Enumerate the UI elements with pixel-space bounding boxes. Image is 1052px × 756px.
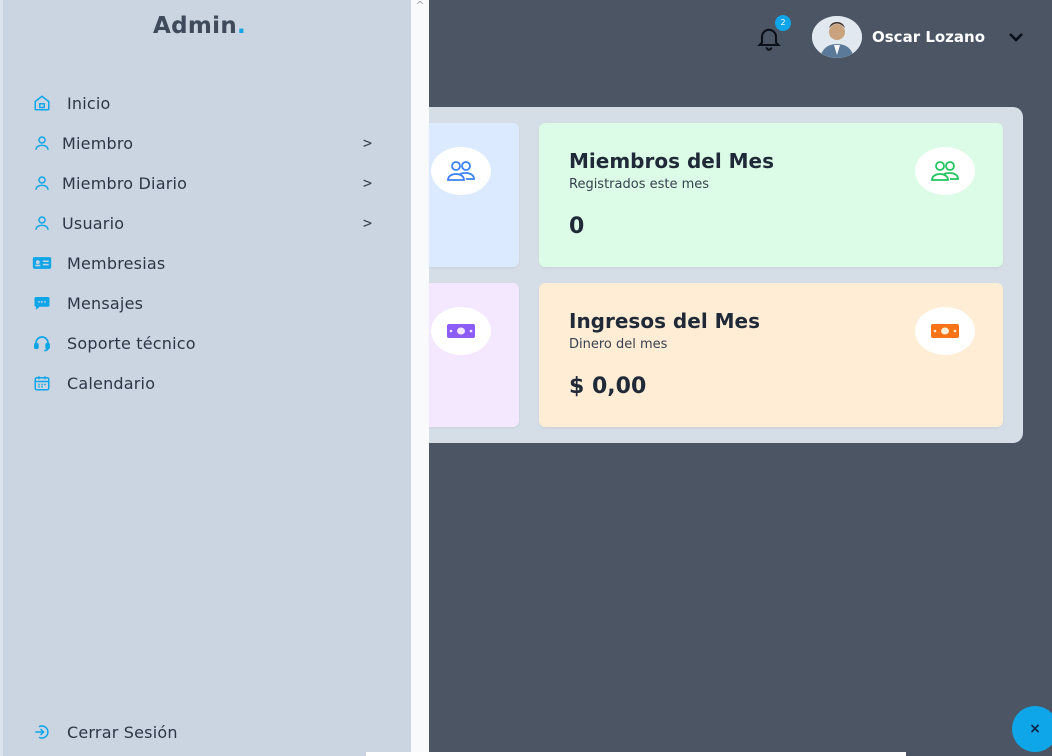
sidebar-item-miembro[interactable]: Miembro > — [3, 123, 414, 163]
sidebar-item-membresias[interactable]: Membresias — [3, 243, 414, 283]
chat-icon — [31, 293, 53, 313]
home-icon — [31, 93, 53, 113]
chevron-right-icon: > — [363, 174, 373, 192]
logout-icon — [31, 722, 53, 742]
calendar-icon — [31, 373, 53, 393]
sidebar-item-inicio[interactable]: Inicio — [3, 83, 414, 123]
user-icon — [31, 173, 53, 193]
stat-card-members-month: Miembros del Mes Registrados este mes 0 — [539, 123, 1003, 267]
card-title: Miembros del Mes — [569, 149, 775, 173]
sidebar-item-label: Membresias — [67, 253, 166, 273]
brand-logo[interactable]: Admin. — [153, 13, 246, 39]
sidebar-item-label: Soporte técnico — [67, 333, 196, 353]
money-icon — [915, 307, 975, 355]
brand-name: Admin — [153, 13, 237, 39]
card-subtitle: Dinero del mes — [569, 337, 668, 352]
logout-label: Cerrar Sesión — [67, 722, 178, 742]
headset-icon — [31, 333, 53, 353]
chevron-right-icon: > — [363, 214, 373, 232]
sidebar-item-label: Miembro Diario — [62, 173, 188, 193]
notification-badge: 2 — [775, 15, 791, 31]
card-subtitle: Registrados este mes — [569, 177, 710, 192]
chevron-right-icon: > — [363, 134, 373, 152]
bottom-divider — [366, 752, 906, 756]
sidebar-item-label: Miembro — [62, 133, 134, 153]
sidebar-item-soporte[interactable]: Soporte técnico — [3, 323, 414, 363]
user-icon — [31, 133, 53, 153]
card-value: 0 — [569, 214, 585, 239]
stat-card-income-month: Ingresos del Mes Dinero del mes $ 0,00 — [539, 283, 1003, 427]
sidebar-item-label: Calendario — [67, 373, 156, 393]
sidebar-item-mensajes[interactable]: Mensajes — [3, 283, 414, 323]
sidebar-item-label: Usuario — [62, 213, 125, 233]
sidebar-item-usuario[interactable]: Usuario > — [3, 203, 414, 243]
users-icon — [431, 147, 491, 195]
user-name[interactable]: Oscar Lozano — [872, 28, 985, 46]
chevron-down-icon[interactable] — [1006, 28, 1026, 46]
sidebar-scrollbar[interactable]: ^ — [411, 0, 429, 756]
sidebar: Admin. Inicio Miembro > Miembro Diario > — [0, 0, 411, 756]
card-value: $ 0,00 — [569, 374, 647, 399]
sidebar-item-miembro-diario[interactable]: Miembro Diario > — [3, 163, 414, 203]
sidebar-item-calendario[interactable]: Calendario — [3, 363, 414, 403]
close-fab-button[interactable]: × — [1012, 706, 1052, 752]
id-card-icon — [31, 253, 53, 273]
sidebar-nav: Inicio Miembro > Miembro Diario > Usuari… — [3, 83, 414, 403]
sidebar-item-label: Inicio — [67, 93, 111, 113]
stat-card-partial-top — [429, 123, 519, 267]
stat-card-partial-bottom — [429, 283, 519, 427]
avatar[interactable] — [812, 16, 862, 58]
money-icon — [431, 307, 491, 355]
sidebar-item-label: Mensajes — [67, 293, 144, 313]
brand-dot: . — [237, 13, 247, 39]
card-title: Ingresos del Mes — [569, 309, 761, 333]
scroll-up-icon[interactable]: ^ — [414, 0, 426, 12]
close-icon: × — [1029, 721, 1041, 737]
bell-icon — [755, 28, 783, 56]
logout-button[interactable]: Cerrar Sesión — [31, 712, 178, 752]
user-icon — [31, 213, 53, 233]
users-icon — [915, 147, 975, 195]
